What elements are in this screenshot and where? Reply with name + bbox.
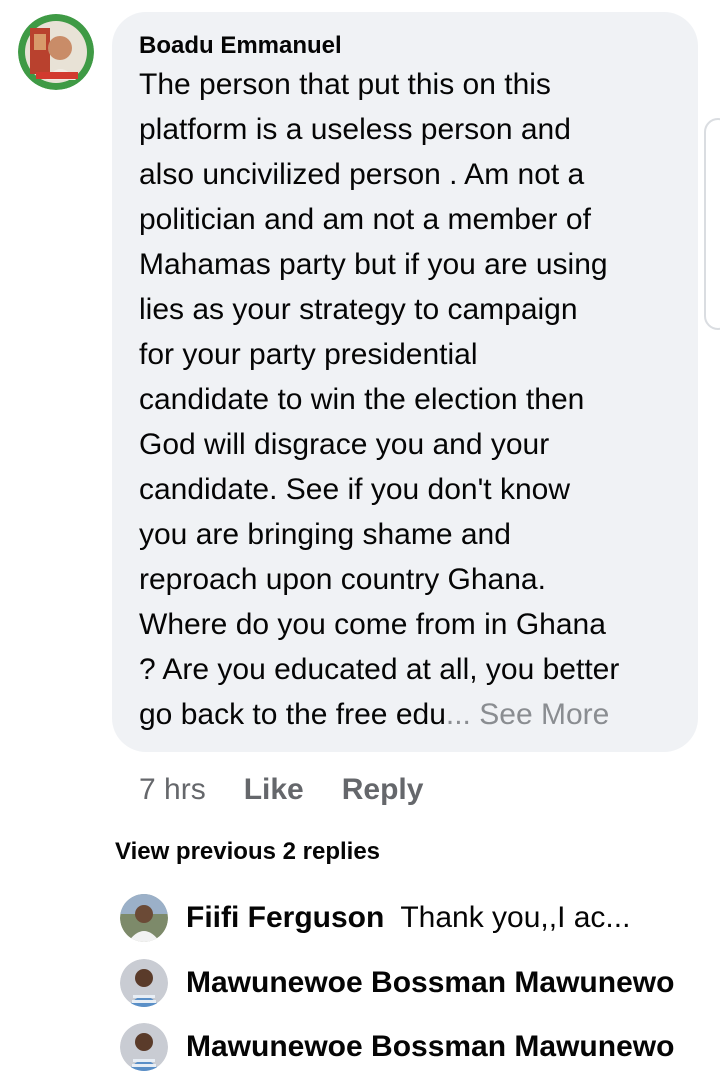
avatar[interactable] [18, 14, 94, 90]
user-photo-icon [18, 14, 94, 90]
reply-item[interactable]: Mawunewoe Bossman Mawunewo [120, 958, 720, 1008]
comment-line: God will disgrace you and your [139, 428, 550, 461]
comment-line: Mahamas party but if you are using [139, 248, 608, 281]
comment-bubble: Boadu Emmanuel The person that put this … [112, 12, 698, 752]
comment-line-last: go back to the free edu... See More [139, 692, 672, 737]
comment-line: Where do you come from in Ghana [139, 608, 606, 641]
comment-line-tail: go back to the free edu [139, 698, 446, 731]
user-photo-icon [120, 1023, 168, 1071]
comment-line: ? Are you educated at all, you better [139, 653, 620, 686]
reply-item[interactable]: Mawunewoe Bossman Mawunewo [120, 1022, 720, 1072]
avatar[interactable] [120, 894, 168, 942]
view-previous-replies-link[interactable]: View previous 2 replies [115, 836, 380, 868]
like-button[interactable]: Like [244, 771, 304, 809]
comment-actions: 7 hrs Like Reply [139, 771, 461, 809]
reply-author[interactable]: Fiifi Ferguson [186, 901, 384, 935]
reply-author[interactable]: Mawunewoe Bossman Mawunewo [186, 966, 674, 1000]
comment-line: politician and am not a member of [139, 203, 591, 236]
user-photo-icon [120, 894, 168, 942]
avatar[interactable] [120, 959, 168, 1007]
comment-line: reproach upon country Ghana. [139, 563, 546, 596]
comment-line: also uncivilized person . Am not a [139, 158, 585, 191]
reply-text: Thank you,,I ac... [400, 901, 631, 934]
user-photo-icon [120, 959, 168, 1007]
avatar[interactable] [120, 1023, 168, 1071]
comment-line: The person that put this on this [139, 68, 551, 101]
comment-line: candidate to win the election then [139, 383, 585, 416]
comment-line: you are bringing shame and [139, 518, 511, 551]
comment-timestamp[interactable]: 7 hrs [139, 771, 206, 809]
comment-text: The person that put this on this platfor… [139, 62, 672, 737]
comment-line: candidate. See if you don't know [139, 473, 571, 506]
comment-line: lies as your strategy to campaign [139, 293, 578, 326]
reply-item[interactable]: Fiifi Ferguson Thank you,,I ac... [120, 893, 720, 943]
comment-author[interactable]: Boadu Emmanuel [139, 32, 672, 60]
reply-author[interactable]: Mawunewoe Bossman Mawunewo [186, 1030, 674, 1064]
offscreen-card-edge [704, 118, 720, 330]
see-more-link[interactable]: See More [479, 698, 609, 731]
ellipsis: ... [445, 698, 471, 731]
reply-button[interactable]: Reply [342, 771, 424, 809]
comment-line: platform is a useless person and [139, 113, 571, 146]
comment-line: for your party presidential [139, 338, 478, 371]
